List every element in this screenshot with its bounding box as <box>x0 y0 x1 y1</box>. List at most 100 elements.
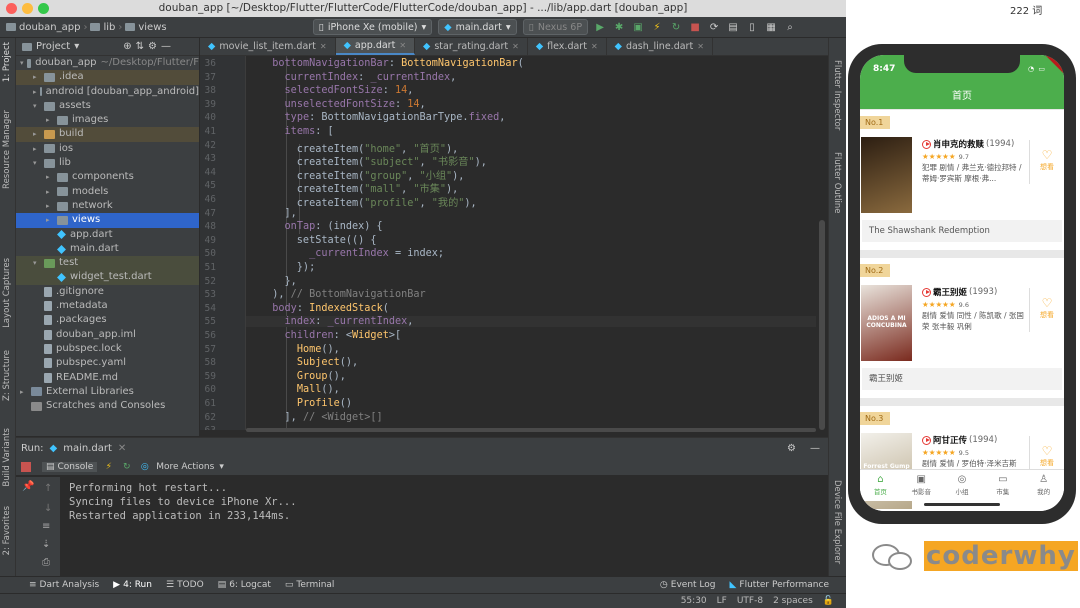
expand-arrow-icon[interactable]: ▾ <box>33 256 41 270</box>
resource-manager-tab[interactable]: Resource Manager <box>2 110 12 189</box>
caret-position[interactable]: 55:30 <box>681 596 707 606</box>
tree-item[interactable]: ▸ build <box>16 127 199 142</box>
bottom-tab[interactable]: ▶ 4: Run <box>106 580 159 590</box>
hide-icon[interactable]: — <box>161 41 171 52</box>
tree-item[interactable]: ▸ ios <box>16 142 199 156</box>
tree-item[interactable]: pubspec.yaml <box>16 356 199 370</box>
tree-item[interactable]: ▾ douban_app ~/Desktop/Flutter/F <box>16 56 199 70</box>
movie-card[interactable]: No.2 ADIOS A MI CONCUBINA 霸王别姬 (1993) ★★★★★ 9… <box>860 258 1064 398</box>
code-line[interactable]: }); <box>260 262 315 273</box>
want-to-watch-button[interactable]: ♡ 想看 <box>1032 444 1062 468</box>
tree-item[interactable]: .metadata <box>16 299 199 313</box>
tree-item[interactable]: ▸ views <box>16 213 199 228</box>
bottom-tab[interactable]: ☰ TODO <box>159 580 211 590</box>
tree-item[interactable]: pubspec.lock <box>16 342 199 356</box>
structure-icon[interactable]: ▦ <box>764 20 778 34</box>
editor-tab[interactable]: ◆ dash_line.dart ✕ <box>607 38 713 55</box>
code-line[interactable]: setState(() { <box>260 235 377 246</box>
bottom-tab[interactable]: ≡ Dart Analysis <box>22 580 106 590</box>
tree-item[interactable]: Scratches and Consoles <box>16 399 199 413</box>
code-line[interactable]: Home(), <box>260 344 340 355</box>
zoom-window-button[interactable] <box>38 3 49 14</box>
movie-list[interactable]: No.1 肖申克的救赎 (1994) ★★★★★ 9.7 犯罪 剧情 / 弗兰克·德拉邦特… <box>860 109 1064 511</box>
code-line[interactable]: ), // BottomNavigationBar <box>260 289 425 300</box>
tree-item[interactable]: .packages <box>16 313 199 327</box>
run-config-tab[interactable]: main.dart <box>63 443 112 454</box>
tree-item[interactable]: ▸ External Libraries <box>16 385 199 399</box>
avd-manager-icon[interactable]: ▯ <box>745 20 759 34</box>
console-output[interactable]: Performing hot restart... Syncing files t… <box>60 477 820 576</box>
close-icon[interactable]: ✕ <box>512 42 519 51</box>
code-line[interactable]: ], // <Widget>[] <box>260 412 383 423</box>
run-icon[interactable]: ▶ <box>593 20 607 34</box>
coverage-icon[interactable]: ▣ <box>631 20 645 34</box>
expand-arrow-icon[interactable]: ▸ <box>33 127 41 141</box>
close-icon[interactable]: ✕ <box>118 443 126 454</box>
want-to-watch-button[interactable]: ♡ 想看 <box>1032 148 1062 172</box>
minimize-window-button[interactable] <box>22 3 33 14</box>
expand-arrow-icon[interactable]: ▾ <box>33 99 41 113</box>
tree-item[interactable]: widget_test.dart <box>16 270 199 285</box>
close-icon[interactable]: ✕ <box>320 42 327 51</box>
movie-card[interactable]: No.1 肖申克的救赎 (1994) ★★★★★ 9.7 犯罪 剧情 / 弗兰克·德拉邦特… <box>860 110 1064 250</box>
device-file-explorer-tab[interactable]: Device File Explorer <box>832 480 842 564</box>
nav-item-3[interactable]: ▭ 市集 <box>982 470 1023 501</box>
breadcrumb-lib[interactable]: lib <box>103 22 115 33</box>
code-line[interactable]: Profile() <box>260 398 352 409</box>
avd-selector[interactable]: ▯ Nexus 6P <box>522 19 589 35</box>
build-variants-tab[interactable]: Build Variants <box>2 428 12 487</box>
expand-arrow-icon[interactable]: ▸ <box>46 170 54 184</box>
structure-tab[interactable]: Z: Structure <box>2 350 12 401</box>
editor-tab[interactable]: ◆ app.dart ✕ <box>335 38 416 55</box>
lock-icon[interactable]: 🔓 <box>823 596 834 606</box>
flutter-outline-tab[interactable]: Flutter Outline <box>832 152 842 213</box>
sdk-manager-icon[interactable]: ▤ <box>726 20 740 34</box>
tree-item[interactable]: ▸ network <box>16 199 199 213</box>
code-line[interactable]: _currentIndex = index; <box>260 248 444 259</box>
code-line[interactable]: body: IndexedStack( <box>260 303 389 314</box>
target-icon[interactable]: ⊕ <box>123 41 131 52</box>
down-arrow-icon[interactable]: ↓ <box>44 503 52 514</box>
hot-reload-icon[interactable]: ⚡ <box>102 460 115 473</box>
close-icon[interactable]: ✕ <box>399 41 406 50</box>
tree-item[interactable]: README.md <box>16 371 199 385</box>
code-line[interactable]: currentIndex: _currentIndex, <box>260 72 457 83</box>
editor-tab[interactable]: ◆ star_rating.dart ✕ <box>415 38 528 55</box>
hide-icon[interactable]: — <box>810 443 820 454</box>
editor-vertical-scrollbar[interactable] <box>819 220 825 430</box>
sync-icon[interactable]: ⟳ <box>707 20 721 34</box>
flutter-performance-tab[interactable]: ◣ Flutter Performance <box>723 580 837 590</box>
tree-item[interactable]: ▸ models <box>16 185 199 199</box>
code-line[interactable]: type: BottomNavigationBarType.fixed, <box>260 112 506 123</box>
tree-item[interactable]: douban_app.iml <box>16 328 199 342</box>
scroll-end-icon[interactable]: ⇣ <box>42 539 50 550</box>
stop-icon[interactable]: ■ <box>688 20 702 34</box>
collapse-icon[interactable]: ⇅ <box>136 41 144 52</box>
tree-item[interactable]: ▾ test <box>16 256 199 271</box>
editor-tab[interactable]: ◆ flex.dart ✕ <box>528 38 607 55</box>
tree-item[interactable]: ▾ assets <box>16 99 199 113</box>
stop-icon[interactable] <box>21 461 31 472</box>
tree-item[interactable]: ▸ android [douban_app_android] <box>16 85 199 99</box>
code-line[interactable]: onTap: (index) { <box>260 221 383 232</box>
code-line[interactable]: unselectedFontSize: 14, <box>260 99 426 110</box>
tree-item[interactable]: ▸ .idea <box>16 70 199 85</box>
nav-item-0[interactable]: ⌂ 首页 <box>860 470 901 501</box>
gear-icon[interactable]: ⚙ <box>787 443 796 454</box>
code-line[interactable]: children: <Widget>[ <box>260 330 402 341</box>
close-window-button[interactable] <box>6 3 17 14</box>
nav-item-2[interactable]: ◎ 小组 <box>942 470 983 501</box>
hot-restart-icon[interactable]: ↻ <box>669 20 683 34</box>
tree-item[interactable]: ▸ components <box>16 170 199 184</box>
hot-reload-icon[interactable]: ⚡ <box>650 20 664 34</box>
breadcrumb-project[interactable]: douban_app <box>19 22 80 33</box>
hot-restart-icon[interactable]: ↻ <box>120 460 133 473</box>
project-tool-tab[interactable]: 1: Project <box>2 42 12 82</box>
favorites-tab[interactable]: 2: Favorites <box>2 506 12 555</box>
device-selector[interactable]: ▯ iPhone Xe (mobile) ▾ <box>312 19 433 35</box>
gear-icon[interactable]: ⚙ <box>148 41 157 52</box>
breadcrumb-views[interactable]: views <box>138 22 166 33</box>
bottom-tab[interactable]: ▭ Terminal <box>278 580 342 590</box>
expand-arrow-icon[interactable]: ▾ <box>20 56 24 70</box>
expand-arrow-icon[interactable]: ▸ <box>33 85 37 99</box>
